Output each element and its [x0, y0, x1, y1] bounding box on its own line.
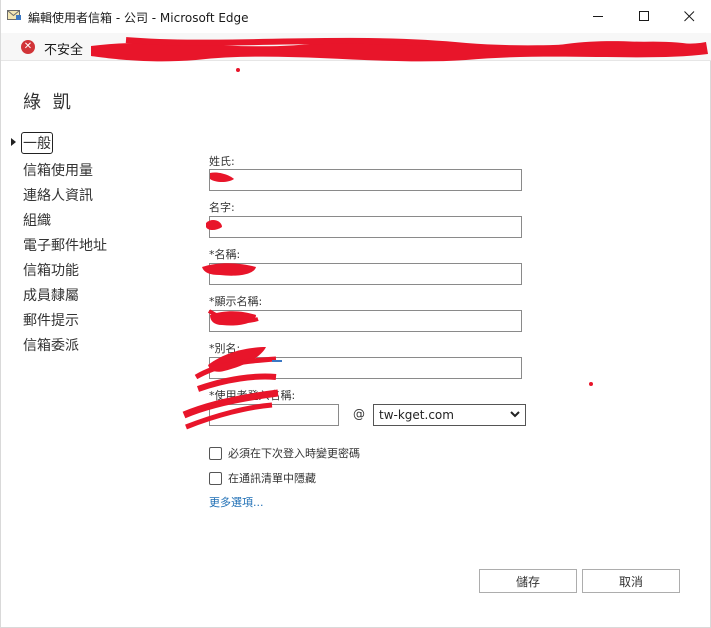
require-password-change-checkbox[interactable]	[209, 446, 222, 460]
first-name-input[interactable]	[209, 216, 522, 238]
domain-select-value: tw-kget.com	[379, 408, 454, 422]
nav-item-contact-info[interactable]: 連絡人資訊	[23, 185, 93, 205]
maximize-button[interactable]	[621, 0, 667, 33]
redaction-dot	[236, 68, 240, 72]
close-button[interactable]	[666, 0, 711, 33]
display-name-label: *顯示名稱:	[209, 295, 263, 308]
last-name-input[interactable]	[209, 169, 522, 191]
at-sign: @	[353, 407, 365, 421]
hide-from-address-list-label: 在通訊清單中隱藏	[228, 472, 316, 485]
require-password-change-row[interactable]: 必須在下次登入時變更密碼	[209, 445, 360, 461]
minimize-icon	[592, 16, 603, 17]
title-bar: 編輯使用者信箱 - 公司 - Microsoft Edge	[1, 0, 711, 33]
not-secure-icon[interactable]: ✕	[21, 40, 35, 54]
window-title: 編輯使用者信箱 - 公司 - Microsoft Edge	[28, 11, 249, 25]
display-name-input[interactable]	[209, 310, 522, 332]
nav-item-mailtip[interactable]: 郵件提示	[23, 310, 79, 330]
nav-item-mailbox-delegation[interactable]: 信箱委派	[23, 335, 79, 355]
close-icon	[683, 11, 694, 22]
browser-window: 編輯使用者信箱 - 公司 - Microsoft Edge ✕ 不安全 綠 凱 …	[0, 0, 711, 628]
nav-item-organization[interactable]: 組織	[23, 210, 51, 230]
require-password-change-label: 必須在下次登入時變更密碼	[228, 447, 360, 460]
alias-input[interactable]	[209, 357, 522, 379]
not-secure-label[interactable]: 不安全	[44, 39, 83, 58]
hide-from-address-list-row[interactable]: 在通訊清單中隱藏	[209, 470, 316, 486]
url-redaction-scribble	[91, 37, 708, 62]
first-name-label: 名字:	[209, 201, 235, 214]
nav-item-mailbox-usage[interactable]: 信箱使用量	[23, 160, 93, 180]
name-label: *名稱:	[209, 248, 241, 261]
redaction-dot	[589, 382, 593, 386]
nav-item-email-address[interactable]: 電子郵件地址	[23, 235, 107, 255]
save-button[interactable]: 儲存	[479, 569, 577, 593]
logon-name-input[interactable]	[209, 404, 339, 426]
logon-name-label: *使用者登入名稱:	[209, 389, 296, 402]
chevron-down-icon	[510, 411, 520, 418]
domain-select[interactable]: tw-kget.com	[373, 404, 526, 426]
last-name-label: 姓氏:	[209, 155, 235, 168]
address-bar[interactable]: ✕ 不安全	[1, 33, 711, 62]
nav-item-mailbox-features[interactable]: 信箱功能	[23, 260, 79, 280]
nav-item-general[interactable]: 一般	[21, 132, 53, 154]
maximize-icon	[638, 11, 649, 21]
selected-arrow-icon	[11, 138, 16, 146]
mail-edit-icon	[7, 10, 21, 20]
cancel-button[interactable]: 取消	[582, 569, 680, 593]
more-options-link[interactable]: 更多選項...	[209, 494, 264, 510]
alias-label: *別名:	[209, 342, 241, 355]
minimize-button[interactable]	[575, 0, 621, 33]
nav-item-member-of[interactable]: 成員隸屬	[23, 285, 79, 305]
page-title: 綠 凱	[23, 92, 74, 113]
name-input[interactable]	[209, 263, 522, 285]
hide-from-address-list-checkbox[interactable]	[209, 471, 222, 485]
